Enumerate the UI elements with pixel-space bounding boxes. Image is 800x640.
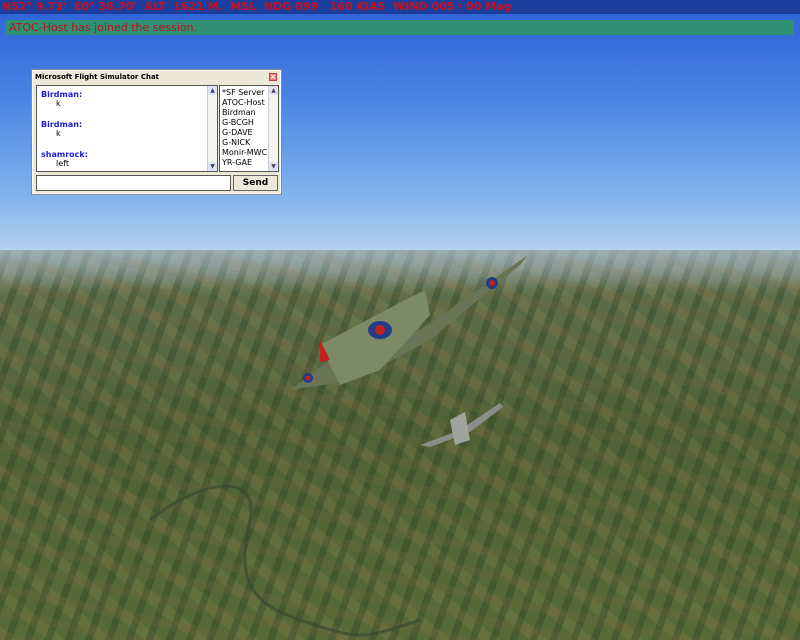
spitfire-lead <box>290 255 528 390</box>
scroll-up-icon[interactable]: ▲ <box>208 86 217 95</box>
chat-messages: Birdman: k Birdman: k shamrock: left ▲ ▼ <box>36 85 218 172</box>
close-icon[interactable]: × <box>269 73 277 81</box>
message-text: k <box>56 129 61 138</box>
chat-title-bar[interactable]: Microsoft Flight Simulator Chat × <box>33 71 280 83</box>
scroll-down-icon[interactable]: ▼ <box>269 162 278 171</box>
chat-title: Microsoft Flight Simulator Chat <box>35 73 160 81</box>
message-sender: Birdman: <box>41 90 83 99</box>
chat-input[interactable] <box>36 175 231 191</box>
user-list: *SF Server ATOC-Host Birdman G-BCGH G-DA… <box>219 85 279 172</box>
users-scrollbar[interactable]: ▲ ▼ <box>268 86 278 171</box>
river <box>149 484 421 637</box>
message-text: left <box>56 159 69 168</box>
messages-scrollbar[interactable]: ▲ ▼ <box>207 86 217 171</box>
scroll-up-icon[interactable]: ▲ <box>269 86 278 95</box>
message-sender: Birdman: <box>41 120 83 129</box>
message-sender: shamrock: <box>41 150 88 159</box>
position-readout: N52° 9.73' E0° 38.70' ALT 1621 M. MSL HD… <box>0 0 800 14</box>
send-button[interactable]: Send <box>233 175 278 191</box>
message-text: k <box>56 99 61 108</box>
spitfire-wingman <box>420 403 503 447</box>
scroll-down-icon[interactable]: ▼ <box>208 162 217 171</box>
session-notification: ATOC-Host has joined the session. <box>5 20 794 35</box>
chat-window: Microsoft Flight Simulator Chat × Birdma… <box>32 70 281 194</box>
